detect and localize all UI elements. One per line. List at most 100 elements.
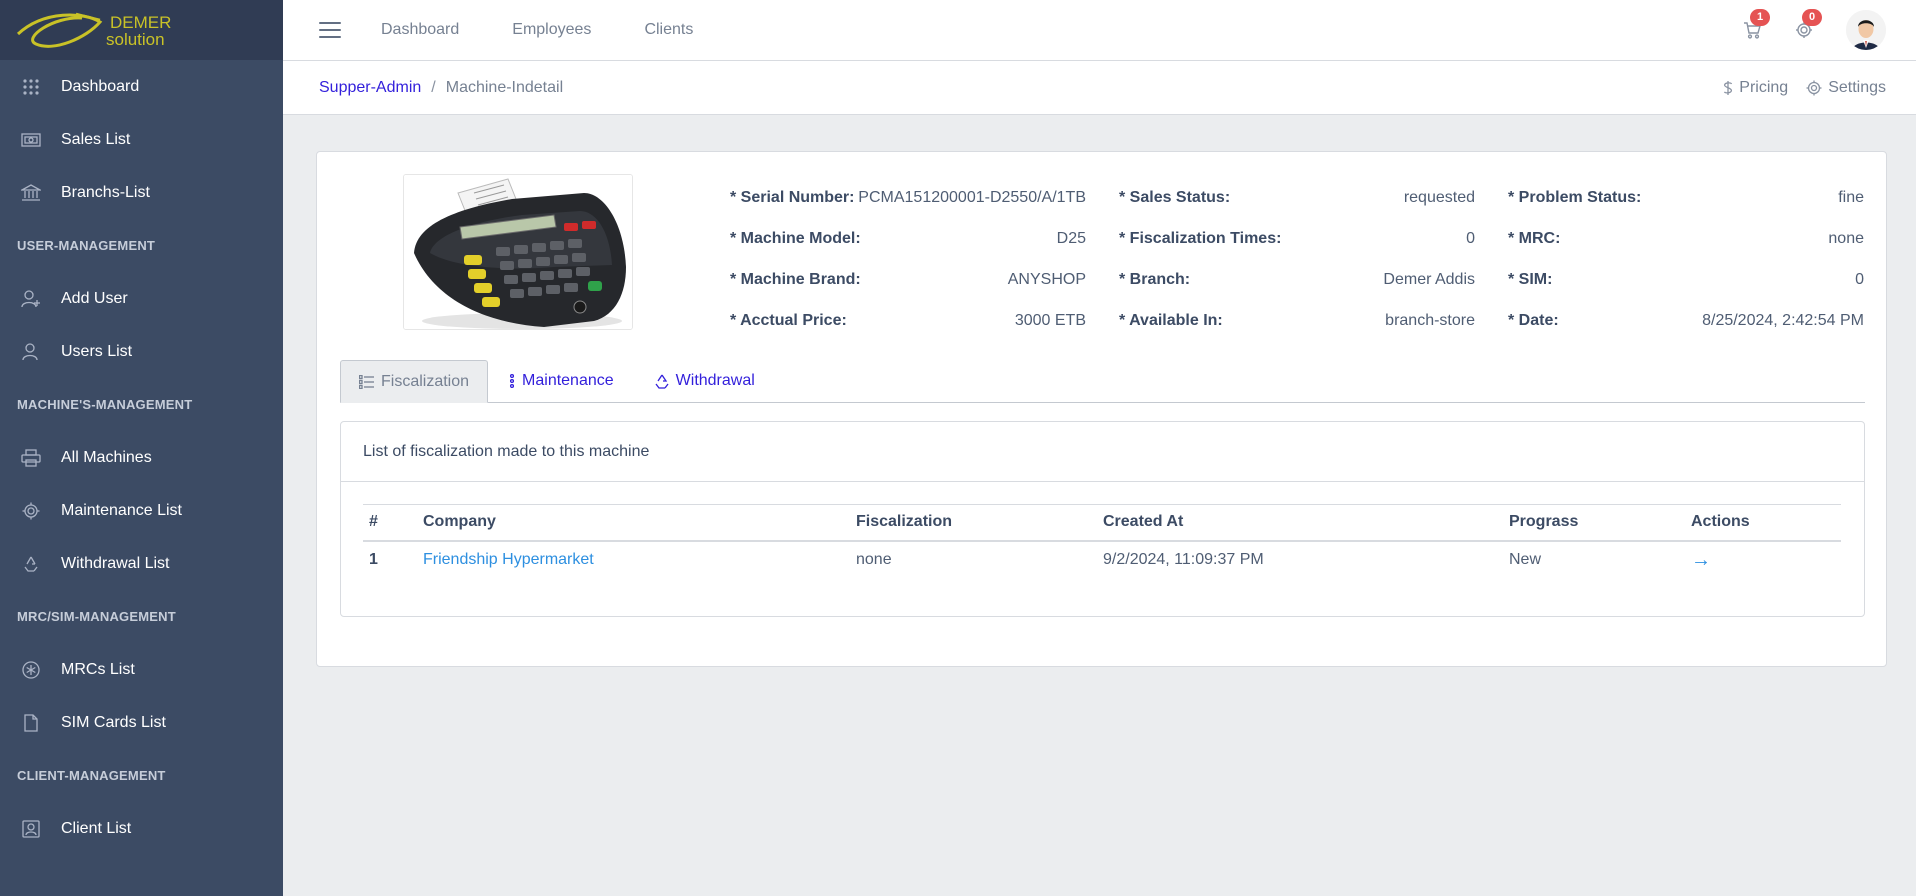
row-progress: New xyxy=(1509,551,1542,568)
info-value: ANYSHOP xyxy=(1007,271,1086,288)
info-label: * Sales Status: xyxy=(1119,189,1231,206)
money-icon xyxy=(20,129,42,151)
info-label: * Acctual Price: xyxy=(730,312,847,329)
menu-toggle-icon[interactable] xyxy=(319,22,341,38)
user-avatar-icon xyxy=(1846,10,1886,50)
info-row-serial-number: * Serial Number: PCMA151200001-D2550/A/1T… xyxy=(730,189,1086,230)
svg-text:solution: solution xyxy=(106,30,165,49)
info-label: * Available In: xyxy=(1119,312,1223,329)
tab-withdrawal[interactable]: Withdrawal xyxy=(634,359,775,402)
column-header-number: # xyxy=(363,504,417,542)
header-link-employees[interactable]: Employees xyxy=(512,21,591,39)
info-value: 8/25/2024, 2:42:54 PM xyxy=(1702,312,1864,329)
sidebar-item-add-user[interactable]: Add User xyxy=(0,272,283,325)
column-header-company: Company xyxy=(417,504,850,542)
row-created-at: 9/2/2024, 11:09:37 PM xyxy=(1103,551,1264,568)
header-link-dashboard[interactable]: Dashboard xyxy=(381,21,459,39)
avatar[interactable] xyxy=(1846,10,1886,50)
row-number: 1 xyxy=(369,551,378,568)
sidebar-item-users-list[interactable]: Users List xyxy=(0,325,283,378)
fiscalization-table: # Company Fiscalization Created At Progr… xyxy=(363,504,1841,579)
info-value: Demer Addis xyxy=(1383,271,1475,288)
breadcrumb-root-link[interactable]: Supper-Admin xyxy=(319,79,421,97)
settings-link[interactable]: Settings xyxy=(1806,79,1886,97)
demer-logo-icon: DEMER solution xyxy=(16,12,171,49)
user-plus-icon xyxy=(20,288,42,310)
info-label: * Machine Brand: xyxy=(730,271,861,288)
info-label: * Branch: xyxy=(1119,271,1191,288)
dollar-icon xyxy=(1724,81,1733,95)
section-title-mrc-sim-management: MRC/SIM-MANAGEMENT xyxy=(17,609,176,624)
settings-notification-button[interactable]: 0 xyxy=(1792,9,1822,42)
info-value: 0 xyxy=(1855,271,1864,288)
info-row-machine-brand: * Machine Brand: ANYSHOP xyxy=(730,271,1086,312)
table-row: 1 Friendship Hypermarket none 9/2/2024, … xyxy=(363,541,1841,579)
tab-label: Fiscalization xyxy=(381,372,470,390)
cart-badge: 1 xyxy=(1750,9,1770,26)
sidebar-item-maintenance-list[interactable]: Maintenance List xyxy=(0,484,283,537)
column-header-actions: Actions xyxy=(1685,504,1841,542)
sidebar-item-label: Sales List xyxy=(61,130,131,148)
info-value: fine xyxy=(1838,189,1864,206)
info-label: * MRC: xyxy=(1508,230,1561,247)
sidebar-item-client-list[interactable]: Client List xyxy=(0,802,283,855)
machine-info-column-1: * Serial Number: PCMA151200001-D2550/A/1T… xyxy=(730,189,1086,353)
pos-machine-illustration xyxy=(404,175,632,329)
sidebar-item-mrcs-list[interactable]: MRCs List xyxy=(0,643,283,696)
panel-title: List of fiscalization made to this machi… xyxy=(341,422,1864,482)
info-row-sim: * SIM: 0 xyxy=(1508,271,1864,312)
info-row-fiscalization-times: * Fiscalization Times: 0 xyxy=(1119,230,1475,271)
detail-tabs: Fiscalization Maintenance Withdrawal xyxy=(340,360,1865,403)
printer-icon xyxy=(20,447,42,469)
pricing-link[interactable]: Pricing xyxy=(1723,79,1788,97)
column-header-created-at: Created At xyxy=(1097,504,1503,542)
sidebar-item-label: Users List xyxy=(61,342,133,360)
machine-info-column-2: * Sales Status: requested * Fiscalization… xyxy=(1119,189,1475,353)
info-value: 0 xyxy=(1466,230,1475,247)
list-icon xyxy=(359,374,374,389)
info-value: 3000 ETB xyxy=(1014,312,1086,329)
machine-detail-card: * Serial Number: PCMA151200001-D2550/A/1T… xyxy=(316,151,1887,667)
sidebar-item-label: Add User xyxy=(61,289,128,307)
settings-label: Settings xyxy=(1828,79,1886,96)
breadcrumb-current: Machine-Indetail xyxy=(445,78,564,96)
tab-label: Withdrawal xyxy=(675,371,755,389)
info-row-actual-price: * Acctual Price: 3000 ETB xyxy=(730,312,1086,353)
sidebar-item-label: SIM Cards List xyxy=(61,713,166,731)
sidebar-item-branchs-list[interactable]: Branchs-List xyxy=(0,166,283,219)
column-header-progress: Prograss xyxy=(1503,504,1685,542)
sidebar-item-label: Client List xyxy=(61,819,132,837)
asterisk-icon xyxy=(20,659,42,681)
sidebar-item-label: MRCs List xyxy=(61,660,135,678)
tab-fiscalization[interactable]: Fiscalization xyxy=(340,360,489,403)
sidebar-item-all-machines[interactable]: All Machines xyxy=(0,431,283,484)
info-label: * Problem Status: xyxy=(1508,189,1642,206)
cart-button[interactable]: 1 xyxy=(1740,9,1770,42)
bank-icon xyxy=(20,182,42,204)
contact-icon xyxy=(20,818,42,840)
info-value: D25 xyxy=(1056,230,1086,247)
sidebar-item-sim-cards-list[interactable]: SIM Cards List xyxy=(0,696,283,749)
tab-maintenance[interactable]: Maintenance xyxy=(488,359,634,402)
info-row-available-in: * Available In: branch-store xyxy=(1119,312,1475,353)
sidebar-item-label: Branchs-List xyxy=(61,183,150,201)
users-icon xyxy=(20,341,42,363)
header-link-clients[interactable]: Clients xyxy=(644,21,693,39)
top-header: Dashboard Employees Clients 1 0 xyxy=(283,0,1916,61)
sidebar-item-sales-list[interactable]: Sales List xyxy=(0,113,283,166)
brand-logo[interactable]: DEMER solution xyxy=(0,0,283,60)
gear-icon xyxy=(1806,80,1822,96)
view-detail-arrow-icon[interactable]: → xyxy=(1691,549,1711,571)
info-label: * Date: xyxy=(1508,312,1559,329)
info-row-machine-model: * Machine Model: D25 xyxy=(730,230,1086,271)
recycle-icon xyxy=(655,374,669,389)
row-actions-cell: → xyxy=(1685,541,1841,579)
info-row-branch: * Branch: Demer Addis xyxy=(1119,271,1475,312)
company-link[interactable]: Friendship Hypermarket xyxy=(423,551,594,568)
info-row-problem-status: * Problem Status: fine xyxy=(1508,189,1864,230)
tab-label: Maintenance xyxy=(522,371,614,389)
row-fiscalization: none xyxy=(856,551,892,568)
sidebar-item-dashboard[interactable]: Dashboard xyxy=(0,60,283,113)
info-value: PCMA151200001-D2550/A/1TB xyxy=(858,189,1086,206)
sidebar-item-withdrawal-list[interactable]: Withdrawal List xyxy=(0,537,283,590)
